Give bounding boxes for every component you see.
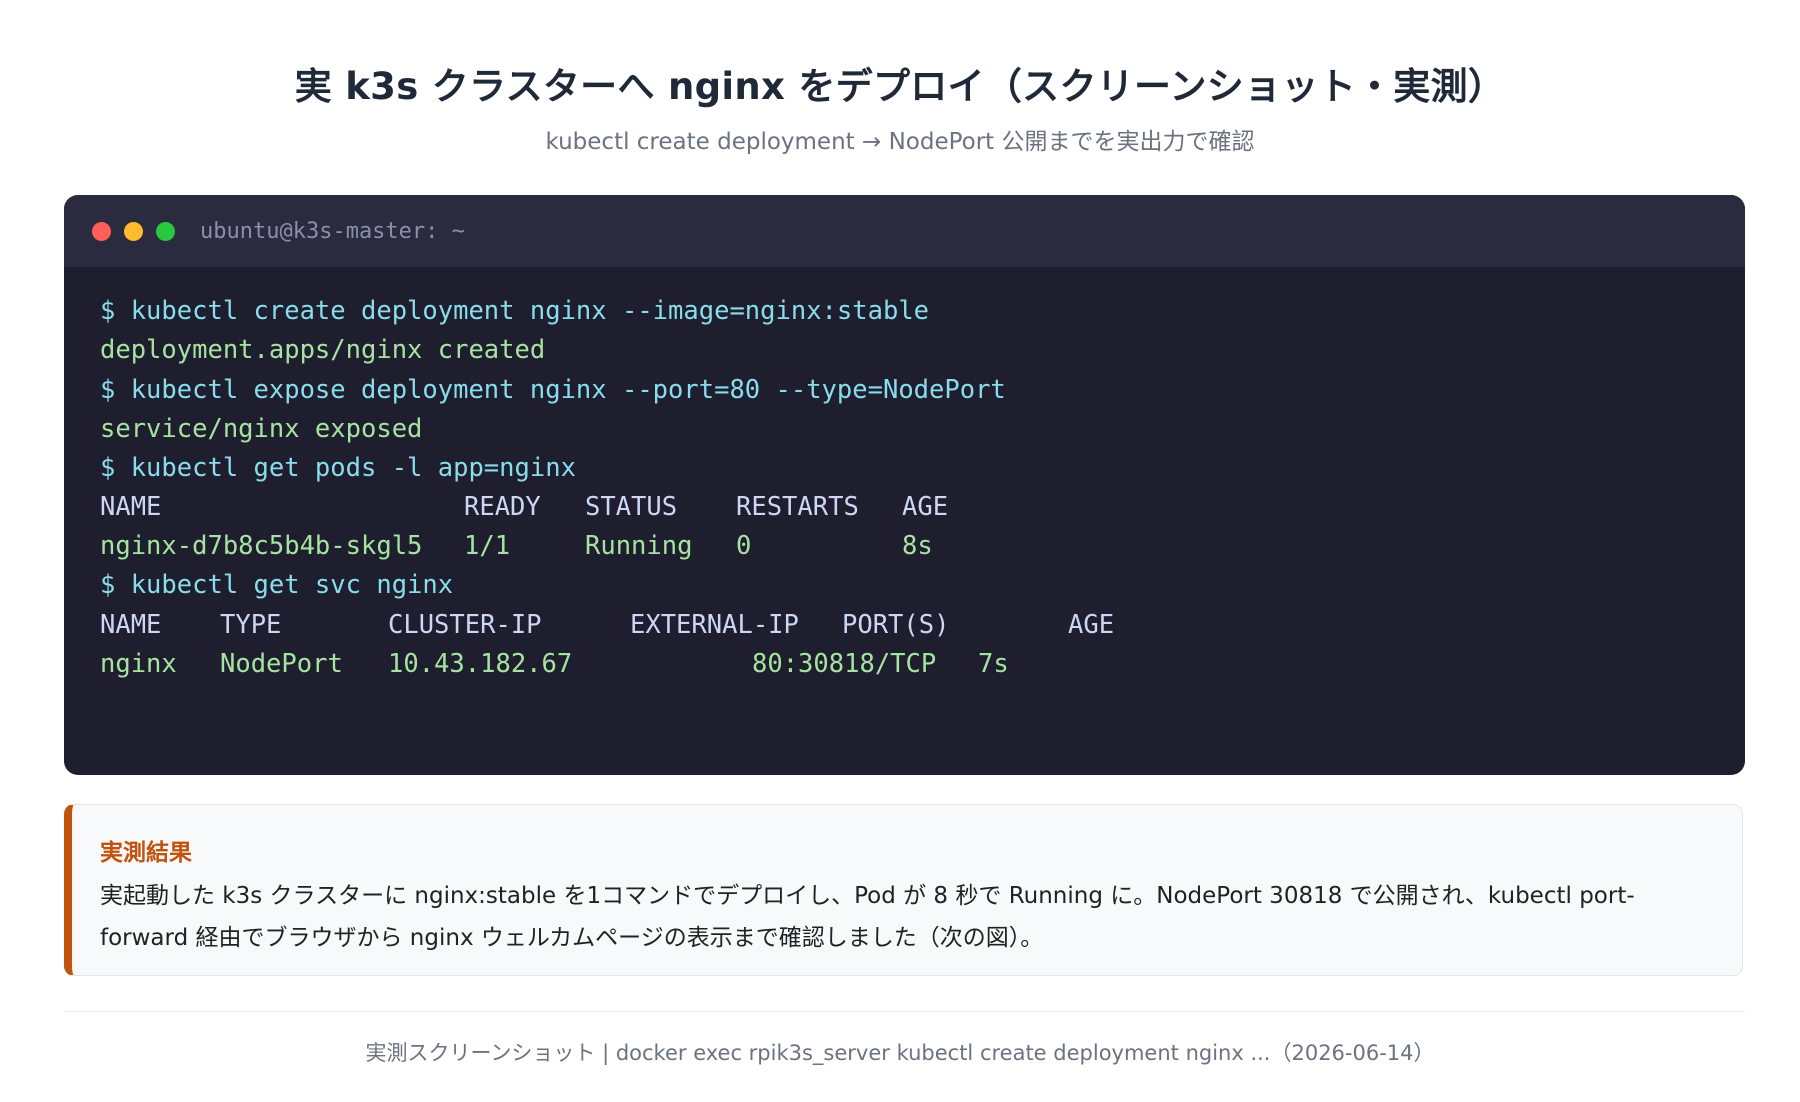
pods-header-ready: READY [464, 492, 541, 522]
pod-age: 8s [902, 531, 933, 561]
terminal-titlebar[interactable]: ubuntu@k3s-master: ~ [64, 195, 1745, 267]
maximize-window-icon[interactable] [156, 221, 175, 241]
terminal-command-line: $ kubectl expose deployment nginx --port… [100, 375, 1006, 405]
footer-caption: 実測スクリーンショット | docker exec rpik3s_server … [365, 1041, 1435, 1065]
svc-cluster-ip: 10.43.182.67 [388, 649, 573, 679]
svc-name: nginx [100, 649, 177, 679]
svc-header-age: AGE [1068, 610, 1115, 640]
pods-header-name: NAME [100, 492, 162, 522]
terminal-command-line: $ kubectl get svc nginx [100, 570, 454, 600]
terminal-output[interactable]: $ kubectl create deployment nginx --imag… [64, 267, 1745, 775]
callout-text: 実起動した k3s クラスターに nginx:stable を1コマンドでデプロ… [100, 883, 1635, 951]
svc-header-external-ip: EXTERNAL-IP [630, 610, 799, 640]
pod-name: nginx-d7b8c5b4b-skgl5 [100, 531, 423, 561]
callout-title: 実測結果 [100, 840, 192, 866]
pods-header-status: STATUS [585, 492, 678, 522]
terminal-command-line: $ kubectl create deployment nginx --imag… [100, 296, 930, 326]
page-title: 実 k3s クラスターへ nginx をデプロイ（スクリーンショット・実測） [294, 65, 1506, 108]
terminal-window[interactable]: ubuntu@k3s-master: ~ $ kubectl create de… [64, 195, 1745, 775]
svc-header-name: NAME [100, 610, 162, 640]
pods-header-restarts: RESTARTS [736, 492, 859, 522]
pod-restarts: 0 [736, 531, 752, 561]
svc-ports: 80:30818/TCP [752, 649, 937, 679]
svc-header-cluster-ip: CLUSTER-IP [388, 610, 542, 640]
terminal-output-line: deployment.apps/nginx created [100, 335, 546, 365]
svc-type: NodePort [220, 649, 343, 679]
pod-status: Running [585, 531, 693, 561]
result-callout: 実測結果 実起動した k3s クラスターに nginx:stable を1コマン… [64, 804, 1743, 976]
terminal-command-line: $ kubectl get pods -l app=nginx [100, 453, 576, 483]
close-window-icon[interactable] [92, 221, 111, 241]
terminal-output-line: service/nginx exposed [100, 414, 423, 444]
svc-age: 7s [978, 649, 1009, 679]
footer-divider [64, 1011, 1745, 1012]
pods-header-age: AGE [902, 492, 949, 522]
pod-ready: 1/1 [464, 531, 511, 561]
minimize-window-icon[interactable] [124, 221, 143, 241]
svc-header-type: TYPE [220, 610, 282, 640]
svc-header-ports: PORT(S) [842, 610, 950, 640]
page-subtitle: kubectl create deployment → NodePort 公開ま… [545, 129, 1255, 155]
terminal-title: ubuntu@k3s-master: ~ [200, 218, 465, 244]
